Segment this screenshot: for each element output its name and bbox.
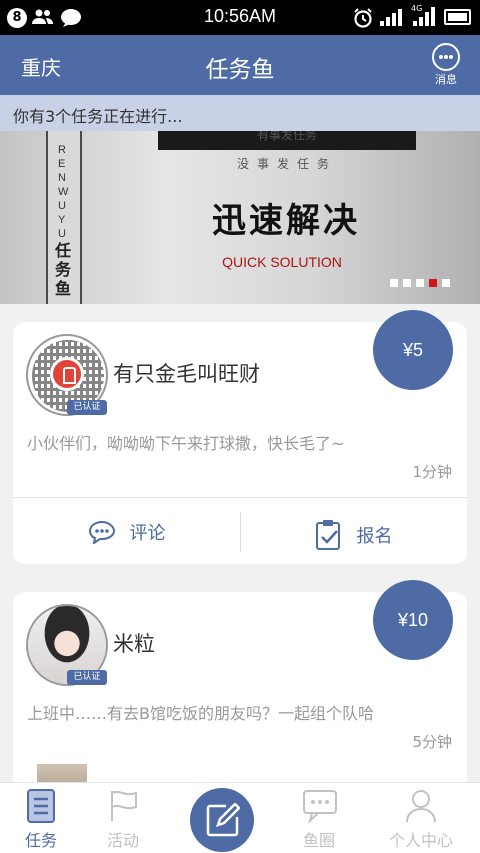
tab-profile[interactable]: 个人中心	[380, 783, 462, 853]
task-list-icon	[27, 789, 55, 823]
battery-icon	[444, 9, 471, 25]
clock: 10:56AM	[203, 6, 277, 26]
person-icon	[406, 790, 436, 823]
carousel-indicator	[390, 279, 455, 298]
task-description: 上班中……有去B馆吃饭的朋友吗？一起组个队哈	[27, 704, 374, 723]
tab-tasks-label: 任务	[24, 831, 57, 850]
messages-button[interactable]: 消息	[428, 43, 464, 87]
clipboard-check-icon	[315, 520, 340, 550]
banner-brand-en: RENWUYU	[58, 144, 70, 240]
task-description: 小伙伴们，呦呦呦下午来打球撒，快长毛了~	[27, 434, 345, 453]
signup-button[interactable]: 报名	[240, 506, 467, 564]
comment-button[interactable]: 评论	[13, 506, 240, 564]
banner-sub-text: 没事发任务	[236, 157, 337, 171]
alarm-icon	[354, 8, 372, 28]
banner-top-text: 有事发任务	[158, 131, 416, 150]
divider	[13, 497, 467, 498]
flag-icon	[111, 790, 137, 821]
banner-english-text: QUICK SOLUTION	[222, 254, 342, 270]
edit-icon	[206, 803, 240, 837]
task-reward-badge: ¥10	[373, 580, 453, 660]
signal-icon	[380, 9, 402, 26]
mini-program-logo	[50, 357, 84, 391]
ongoing-tasks-notice[interactable]: 你有3个任务正在进行...	[0, 95, 480, 131]
messages-label: 消息	[435, 73, 457, 86]
publish-task-button[interactable]	[190, 788, 254, 852]
tab-activities[interactable]: 活动	[82, 783, 164, 853]
page-title: 任务鱼	[205, 57, 275, 83]
task-username[interactable]: 米粒	[113, 628, 155, 658]
verified-badge: 已认证	[67, 670, 107, 685]
tab-tasks[interactable]: 任务	[0, 783, 82, 853]
signal-icon-2	[413, 7, 435, 26]
promo-banner[interactable]: RENWUYU 任务鱼 有事发任务 没事发任务 迅速解决 QUICK SOLUT…	[0, 131, 480, 304]
carousel-dot[interactable]	[403, 279, 411, 287]
tab-fish-circle-label: 鱼圈	[302, 831, 335, 850]
task-username[interactable]: 有只金毛叫旺财	[113, 358, 260, 388]
tab-profile-label: 个人中心	[388, 831, 453, 850]
comment-label: 评论	[129, 523, 166, 544]
verified-badge: 已认证	[67, 400, 107, 415]
task-card[interactable]: 已认证 米粒 ¥10 上班中……有去B馆吃饭的朋友吗？一起组个队哈 5分钟	[13, 580, 467, 792]
banner-headline: 迅速解决	[212, 201, 360, 241]
carousel-dot[interactable]	[390, 279, 398, 287]
carousel-dot-active[interactable]	[429, 279, 437, 287]
tab-activities-label: 活动	[106, 831, 139, 850]
status-bar: 8 10:56AM 4G	[0, 0, 480, 35]
task-reward-badge: ¥5	[373, 310, 453, 390]
app-header: 重庆 任务鱼 消息	[0, 35, 480, 95]
task-time: 5分钟	[412, 733, 452, 751]
carousel-dot[interactable]	[416, 279, 424, 287]
message-bubble-icon	[432, 43, 460, 71]
chat-bubbles-icon	[303, 790, 337, 823]
banner-brand-cn: 任务鱼	[55, 241, 72, 298]
tab-fish-circle[interactable]: 鱼圈	[278, 783, 360, 853]
task-card[interactable]: 已认证 有只金毛叫旺财 ¥5 小伙伴们，呦呦呦下午来打球撒，快长毛了~ 1分钟 …	[13, 310, 467, 564]
carousel-dot[interactable]	[442, 279, 450, 287]
signup-label: 报名	[356, 526, 393, 547]
task-time: 1分钟	[412, 463, 452, 481]
comment-icon	[88, 520, 115, 546]
